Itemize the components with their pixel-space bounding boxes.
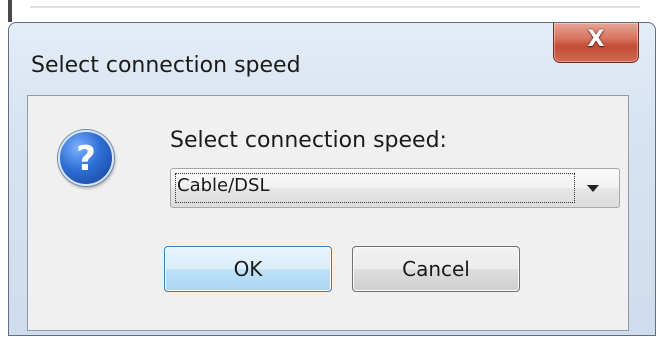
question-icon: ?: [58, 130, 114, 186]
chevron-down-icon[interactable]: [587, 185, 599, 192]
dialog-window: Select connection speed X ? Select conne…: [8, 22, 656, 336]
prompt-label: Select connection speed:: [170, 128, 447, 153]
window-title: Select connection speed: [31, 53, 301, 78]
cancel-button[interactable]: Cancel: [352, 246, 520, 292]
screen: Select connection speed X ? Select conne…: [0, 0, 662, 337]
selected-speed-value: Cable/DSL: [177, 175, 270, 196]
question-mark-glyph: ?: [76, 139, 96, 179]
title-bar[interactable]: Select connection speed X: [9, 23, 655, 93]
ok-button[interactable]: OK: [164, 246, 332, 292]
background-window-edge: [8, 0, 12, 22]
dialog-body: ? Select connection speed: Cable/DSL OK …: [27, 95, 629, 331]
close-button[interactable]: X: [553, 23, 639, 63]
connection-speed-select[interactable]: Cable/DSL: [170, 168, 620, 208]
close-icon: X: [587, 27, 605, 52]
background-window-line: [30, 6, 640, 8]
